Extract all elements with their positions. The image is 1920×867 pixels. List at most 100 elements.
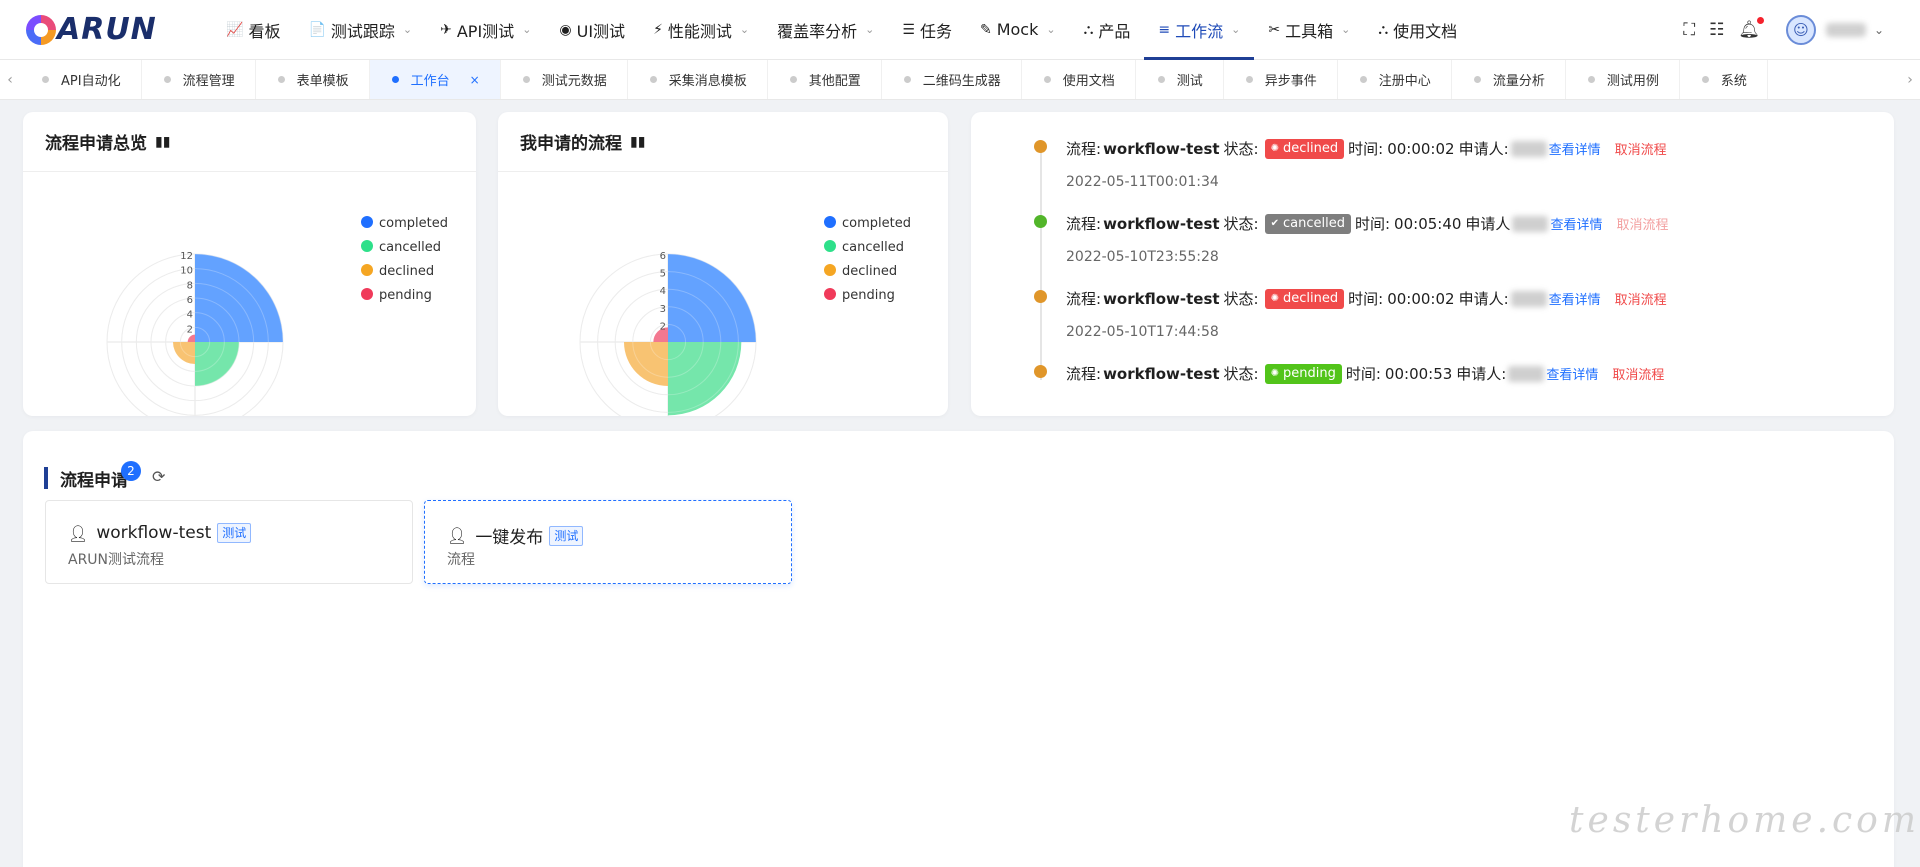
flow-person-icon: 👤︎	[68, 523, 89, 543]
legend-marker-declined	[824, 264, 836, 276]
tab-item-7[interactable]: 二维码生成器	[882, 60, 1022, 99]
tab-item-10[interactable]: 异步事件	[1224, 60, 1338, 99]
chevron-down-icon: ⌄	[865, 23, 875, 36]
nav-item-9[interactable]: ≡ 工作流 ⌄	[1144, 0, 1255, 60]
tab-label: 测试用例	[1606, 74, 1659, 89]
refresh-icon[interactable]: ⟳	[152, 467, 165, 486]
tab-dot-icon	[649, 76, 657, 83]
username-blurred[interactable]	[1825, 23, 1866, 37]
bell-icon[interactable]: 🔔︎	[1738, 17, 1764, 40]
legend-label: cancelled	[379, 240, 441, 255]
flow-name: workflow-test	[1103, 139, 1220, 158]
tab-item-2[interactable]: 表单模板	[256, 60, 370, 99]
tab-item-5[interactable]: 采集消息模板	[628, 60, 768, 99]
legend-marker-completed	[824, 216, 836, 228]
status-label: 状态:	[1223, 215, 1259, 233]
nav-item-1[interactable]: 📄 测试跟踪 ⌄	[294, 0, 426, 60]
duration: 00:00:53	[1384, 364, 1453, 383]
radial-tick-label: 3	[660, 304, 666, 315]
radial-tick-label: 4	[660, 286, 666, 297]
nav-item-11[interactable]: ⛬ 使用文档	[1364, 0, 1471, 60]
nav-label: API测试	[456, 21, 515, 41]
applicant-label: 申请人:	[1456, 365, 1507, 383]
tab-item-6[interactable]: 其他配置	[768, 60, 882, 99]
fullscreen-icon[interactable]: ⛶	[1683, 20, 1695, 40]
avatar[interactable]: ☺	[1785, 15, 1816, 45]
tab-item-8[interactable]: 使用文档	[1022, 60, 1136, 99]
logo[interactable]: ARUN	[26, 12, 202, 47]
chevron-down-icon: ⌄	[522, 23, 532, 36]
tab-dot-icon	[789, 76, 797, 83]
status-text: declined	[1283, 141, 1339, 156]
timeline-timestamp: 2022-05-10T23:55:28	[1066, 249, 1219, 265]
tab-item-0[interactable]: API自动化	[20, 60, 142, 99]
tab-item-11[interactable]: 注册中心	[1338, 60, 1452, 99]
radial-tick-label: 10	[180, 266, 193, 277]
nav-item-7[interactable]: ✎ Mock ⌄	[966, 0, 1070, 60]
view-detail-link[interactable]: 查看详情	[1549, 139, 1601, 158]
time-label: 时间:	[1345, 365, 1381, 383]
chevron-down-icon[interactable]: ⌄	[1874, 23, 1884, 37]
tab-item-4[interactable]: 测试元数据	[501, 60, 628, 99]
chevron-down-icon: ⌄	[1046, 23, 1056, 36]
nav-item-6[interactable]: ☰ 任务	[888, 0, 966, 60]
timeline-dot-icon	[1034, 140, 1047, 153]
tab-label: 测试	[1176, 74, 1203, 89]
cancel-flow-link[interactable]: 取消流程	[1615, 139, 1667, 158]
nav-item-5[interactable]: 覆盖率分析 ⌄	[763, 0, 888, 60]
status-label: 状态:	[1223, 365, 1259, 383]
tab-dot-icon	[1473, 76, 1481, 83]
chevron-down-icon: ⌄	[1341, 23, 1351, 36]
view-detail-link[interactable]: 查看详情	[1550, 214, 1602, 233]
duration: 00:00:02	[1387, 139, 1455, 158]
tab-scroll-left-icon[interactable]: ‹	[0, 72, 20, 88]
legend-marker-completed	[361, 216, 373, 228]
nav-item-8[interactable]: ⛬ 产品	[1070, 0, 1145, 60]
tab-item-1[interactable]: 流程管理	[142, 60, 256, 99]
close-icon[interactable]: ×	[470, 73, 480, 87]
status-text: cancelled	[1283, 216, 1345, 231]
view-detail-link[interactable]: 查看详情	[1546, 364, 1598, 383]
nav-item-4[interactable]: ⚡ 性能测试 ⌄	[639, 0, 763, 60]
nav-item-0[interactable]: 📈 看板	[212, 0, 294, 60]
time-label: 时间:	[1348, 140, 1384, 158]
tab-label: 系统	[1720, 74, 1747, 89]
view-detail-link[interactable]: 查看详情	[1549, 289, 1601, 308]
flow-card[interactable]: 👤︎ 一键发布 测试 流程	[424, 500, 792, 584]
status-badge: ✺ declined	[1264, 288, 1345, 309]
nav-item-3[interactable]: ◉ UI测试	[545, 0, 639, 60]
nav-icon: ≡	[1158, 21, 1171, 38]
applicant-label: 申请人:	[1458, 140, 1509, 158]
bar-chart-icon: ▮▮	[630, 133, 646, 150]
cancel-flow-link[interactable]: 取消流程	[1615, 289, 1667, 308]
legend-label: pending	[842, 288, 895, 303]
cancel-flow-link[interactable]: 取消流程	[1612, 364, 1664, 383]
nav-item-2[interactable]: ✈ API测试 ⌄	[426, 0, 545, 60]
task-list-icon[interactable]: ☷	[1709, 20, 1724, 40]
status-badge: ✺ declined	[1264, 138, 1345, 159]
overview-card-title: 流程申请总览	[45, 134, 147, 154]
flow-apply-title: 流程申请	[44, 466, 128, 491]
tab-label: API自动化	[61, 74, 121, 89]
nav-icon: ☰	[902, 21, 915, 38]
tab-label: 测试元数据	[541, 74, 607, 89]
status-badge: ✺ pending	[1264, 363, 1342, 384]
status-icon: ✺	[1270, 293, 1279, 304]
cancel-flow-link[interactable]: 取消流程	[1616, 214, 1668, 233]
status-badge: ✔ cancelled	[1264, 213, 1351, 234]
tab-item-12[interactable]: 流量分析	[1452, 60, 1566, 99]
notification-dot	[1756, 17, 1764, 24]
nav-item-10[interactable]: ✂ 工具箱 ⌄	[1254, 0, 1364, 60]
flow-card[interactable]: 👤︎ workflow-test 测试 ARUN测试流程	[45, 500, 413, 584]
timeline-row: 流程: workflow-test 状态: ✺ declined 时间: 00:00:02 申…	[1066, 138, 1667, 159]
tab-item-14[interactable]: 系统	[1680, 60, 1768, 99]
tab-item-9[interactable]: 测试	[1136, 60, 1224, 99]
tab-scroll-right-icon[interactable]: ›	[1900, 60, 1920, 99]
flow-card-header: 👤︎ 一键发布 测试	[447, 523, 584, 548]
tab-dot-icon	[1157, 76, 1165, 83]
tab-item-13[interactable]: 测试用例	[1566, 60, 1680, 99]
timeline-timestamp: 2022-05-11T00:01:34	[1066, 174, 1219, 190]
my-flows-rose-chart: 6 5 4 3 2 completed cancelled declined pending	[579, 216, 911, 416]
tab-item-3[interactable]: 工作台 ×	[369, 60, 501, 99]
my-flows-card-header: 我申请的流程 ▮▮	[498, 112, 948, 172]
